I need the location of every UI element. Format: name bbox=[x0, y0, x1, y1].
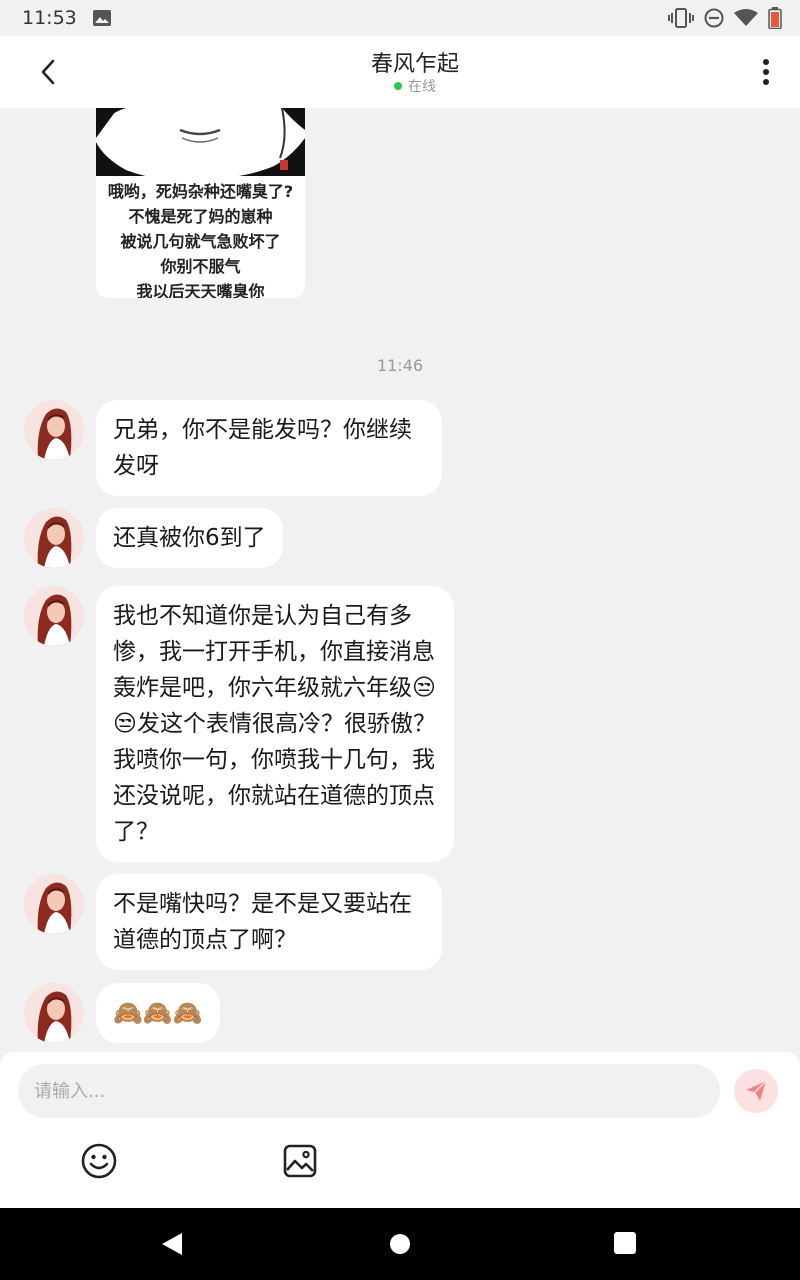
avatar-illustration bbox=[24, 400, 84, 460]
send-icon bbox=[746, 1080, 767, 1101]
meme-face-image bbox=[96, 108, 305, 176]
compose-area bbox=[0, 1052, 800, 1208]
battery-icon bbox=[768, 7, 782, 29]
avatar-illustration bbox=[24, 874, 84, 934]
chat-header: 春风乍起 在线 bbox=[0, 36, 800, 108]
message-list[interactable]: 哦哟，死妈杂种还嘴臭了? 不愧是死了妈的崽种 被说几句就气急败坏了 你别不服气 … bbox=[0, 108, 800, 1052]
more-options-button[interactable] bbox=[752, 54, 780, 90]
presence-label: 在线 bbox=[408, 79, 436, 95]
status-time: 11:53 bbox=[22, 7, 77, 29]
contact-avatar[interactable] bbox=[24, 874, 84, 934]
more-vertical-icon bbox=[763, 59, 769, 85]
message-bubble[interactable]: 兄弟，你不是能发吗？你继续发呀 bbox=[96, 400, 442, 496]
image-icon bbox=[283, 1144, 317, 1178]
contact-avatar[interactable] bbox=[24, 586, 84, 646]
contact-avatar[interactable] bbox=[24, 983, 84, 1043]
message-timestamp: 11:46 bbox=[376, 356, 424, 375]
message-bubble[interactable]: 我也不知道你是认为自己有多惨，我一打开手机，你直接消息轰炸是吧，你六年级就六年级… bbox=[96, 586, 454, 862]
contact-avatar[interactable] bbox=[24, 508, 84, 568]
meme-caption-line: 哦哟，死妈杂种还嘴臭了? bbox=[107, 182, 294, 201]
nav-recents-icon[interactable] bbox=[614, 1232, 636, 1254]
online-dot-icon bbox=[394, 82, 402, 90]
contact-avatar[interactable] bbox=[24, 400, 84, 460]
vibrate-icon bbox=[668, 8, 694, 28]
emoji-button[interactable] bbox=[80, 1142, 118, 1180]
nav-home-icon[interactable] bbox=[390, 1234, 410, 1254]
message-bubble[interactable]: 不是嘴快吗？是不是又要站在道德的顶点了啊？ bbox=[96, 874, 442, 970]
status-icons bbox=[668, 7, 782, 29]
emoji-icon bbox=[81, 1143, 117, 1179]
avatar-illustration bbox=[24, 983, 84, 1043]
avatar-illustration bbox=[24, 586, 84, 646]
message-bubble[interactable]: 🙈🙈🙈 bbox=[96, 983, 220, 1043]
presence-status: 在线 bbox=[0, 76, 800, 96]
image-button[interactable] bbox=[281, 1142, 319, 1180]
system-nav-bar bbox=[0, 1208, 800, 1280]
do-not-disturb-icon bbox=[704, 8, 724, 28]
contact-name: 春风乍起 bbox=[370, 52, 459, 77]
meme-caption-line: 我以后天天嘴臭你 bbox=[136, 282, 265, 298]
message-input[interactable] bbox=[18, 1064, 720, 1118]
image-notification-icon bbox=[93, 10, 111, 26]
meme-image-message[interactable]: 哦哟，死妈杂种还嘴臭了? 不愧是死了妈的崽种 被说几句就气急败坏了 你别不服气 … bbox=[96, 108, 305, 298]
meme-caption-line: 被说几句就气急败坏了 bbox=[120, 232, 281, 251]
message-bubble[interactable]: 还真被你6到了 bbox=[96, 508, 283, 568]
nav-back-icon[interactable] bbox=[160, 1231, 184, 1257]
wifi-icon bbox=[734, 9, 758, 26]
avatar-illustration bbox=[24, 508, 84, 568]
send-button[interactable] bbox=[734, 1069, 778, 1113]
meme-caption-line: 你别不服气 bbox=[160, 257, 241, 276]
status-bar: 11:53 bbox=[0, 0, 800, 36]
meme-caption-line: 不愧是死了妈的崽种 bbox=[128, 207, 273, 226]
